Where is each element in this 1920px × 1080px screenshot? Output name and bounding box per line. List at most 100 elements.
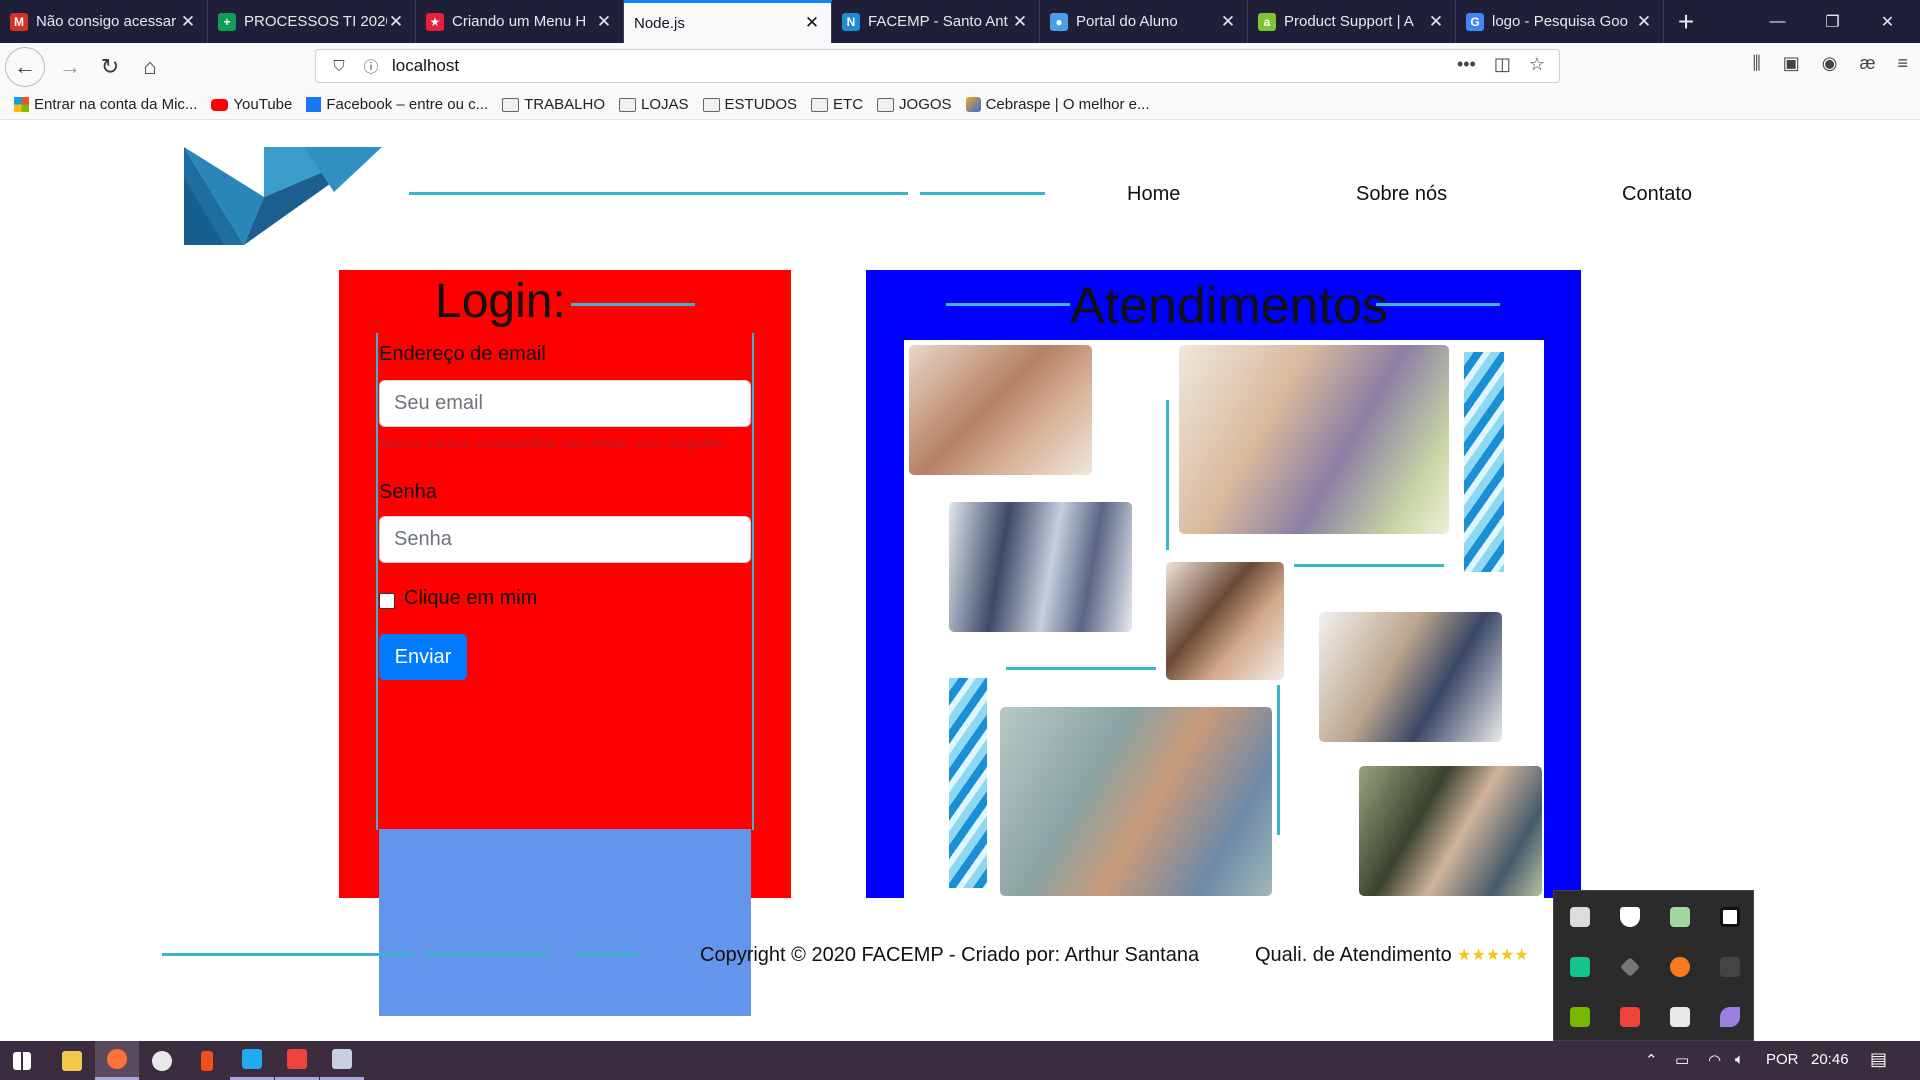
- photo-smiling-man: [1000, 707, 1272, 896]
- password-field[interactable]: Senha: [379, 516, 751, 563]
- pocket-icon[interactable]: ◫: [1494, 54, 1511, 75]
- microsoft-icon: [14, 97, 29, 112]
- close-tab-icon[interactable]: ✕: [1219, 12, 1237, 32]
- tray-drive-icon[interactable]: [1655, 892, 1705, 942]
- restore-button[interactable]: ❐: [1805, 0, 1860, 43]
- close-tab-icon[interactable]: ✕: [1011, 12, 1029, 32]
- tab-strip: M Não consigo acessar ✕ + PROCESSOS TI 2020 ✕…: [0, 0, 1920, 43]
- attendance-collage: [904, 340, 1544, 898]
- browser-tab[interactable]: N FACEMP - Santo Ant ✕: [832, 0, 1040, 43]
- bookmark-item[interactable]: LOJAS: [619, 96, 689, 113]
- extension-icon[interactable]: æ: [1859, 53, 1875, 74]
- file-explorer-icon[interactable]: [50, 1041, 94, 1080]
- bookmark-item[interactable]: TRABALHO: [502, 96, 605, 113]
- address-bar[interactable]: ⛉ ⓘ localhost ••• ◫ ☆: [315, 49, 1560, 83]
- bookmark-item[interactable]: Cebraspe | O melhor e...: [965, 96, 1150, 113]
- library-icon[interactable]: ⫼: [1752, 53, 1760, 74]
- checkbox-label[interactable]: Clique em mim: [404, 587, 537, 610]
- tray-slack-icon[interactable]: [1655, 992, 1705, 1042]
- vscode-icon[interactable]: [230, 1041, 274, 1080]
- shield-icon[interactable]: ⛉: [328, 58, 350, 75]
- new-tab-button[interactable]: +: [1664, 0, 1708, 43]
- notifications-icon[interactable]: ▤: [1870, 1049, 1887, 1070]
- gmail-icon: M: [10, 12, 28, 31]
- bookmark-item[interactable]: ESTUDOS: [702, 96, 797, 113]
- battery-icon[interactable]: ▭: [1675, 1051, 1689, 1069]
- close-tab-icon[interactable]: ✕: [387, 12, 405, 32]
- lower-blue-panel: [379, 829, 751, 1016]
- account-icon[interactable]: ◉: [1822, 53, 1838, 74]
- close-tab-icon[interactable]: ✕: [1635, 12, 1653, 32]
- reload-button[interactable]: ↻: [90, 47, 130, 87]
- close-window-button[interactable]: ✕: [1860, 0, 1915, 43]
- email-help-text: Nunca vamos compartilhar seu email, com …: [379, 435, 729, 452]
- tray-nvidia-icon[interactable]: [1555, 992, 1605, 1042]
- sidebar-icon[interactable]: ▣: [1783, 53, 1800, 74]
- menu-icon[interactable]: ≡: [1897, 53, 1908, 74]
- submit-button[interactable]: Enviar: [379, 634, 467, 680]
- youtube-icon: ★: [426, 12, 444, 31]
- browser-tab[interactable]: ● Portal do Aluno ✕: [1040, 0, 1248, 43]
- star-icon[interactable]: ☆: [1529, 54, 1545, 75]
- tray-green-icon[interactable]: [1555, 942, 1605, 992]
- clock[interactable]: 20:46: [1811, 1051, 1849, 1068]
- nav-contact-link[interactable]: Contato: [1622, 183, 1692, 206]
- email-label: Endereço de email: [379, 343, 546, 365]
- start-windows-icon[interactable]: [0, 1041, 44, 1080]
- close-tab-icon[interactable]: ✕: [803, 13, 821, 33]
- remember-checkbox[interactable]: [379, 593, 395, 609]
- youtube-icon: [211, 98, 229, 111]
- address-text[interactable]: localhost: [392, 56, 459, 76]
- photo-customer-service: [1359, 766, 1542, 896]
- bookmark-item[interactable]: Facebook – entre ou c...: [306, 96, 488, 113]
- rating-label: Quali. de Atendimento: [1255, 944, 1452, 966]
- tray-avast-icon[interactable]: [1655, 942, 1705, 992]
- page-actions-icon[interactable]: •••: [1457, 54, 1476, 75]
- home-button[interactable]: ⌂: [130, 47, 170, 87]
- footer-decor-line: [424, 953, 549, 956]
- tray-k-icon[interactable]: [1705, 892, 1755, 942]
- browser-tab[interactable]: M Não consigo acessar ✕: [0, 0, 208, 43]
- close-tab-icon[interactable]: ✕: [595, 12, 613, 32]
- info-icon[interactable]: ⓘ: [360, 56, 382, 77]
- language-indicator[interactable]: POR: [1766, 1051, 1799, 1068]
- tray-app-icon[interactable]: [1555, 892, 1605, 942]
- firefox-icon[interactable]: [95, 1041, 139, 1080]
- volume-icon[interactable]: 🔈︎: [1735, 1051, 1744, 1068]
- tab-title: Criando um Menu H: [452, 13, 587, 30]
- bookmark-item[interactable]: YouTube: [211, 96, 292, 113]
- anydesk-icon[interactable]: [275, 1041, 319, 1080]
- bookmark-item[interactable]: ETC: [811, 96, 863, 113]
- bookmark-item[interactable]: Entrar na conta da Mic...: [14, 96, 197, 113]
- back-button[interactable]: ←: [5, 46, 45, 87]
- bookmark-label: Cebraspe | O melhor e...: [985, 96, 1150, 113]
- tray-feather-icon[interactable]: [1705, 992, 1755, 1042]
- wifi-icon[interactable]: ◠: [1708, 1051, 1721, 1069]
- browser-tab[interactable]: ★ Criando um Menu H ✕: [416, 0, 624, 43]
- bookmark-item[interactable]: JOGOS: [877, 96, 952, 113]
- figma-icon[interactable]: [185, 1041, 229, 1080]
- minimize-button[interactable]: —: [1750, 0, 1805, 43]
- email-field[interactable]: Seu email: [379, 380, 751, 427]
- close-tab-icon[interactable]: ✕: [179, 12, 197, 32]
- site-logo[interactable]: [184, 147, 382, 245]
- bookmark-label: JOGOS: [899, 96, 952, 113]
- rating-stars: ★★★★★: [1457, 947, 1529, 964]
- tray-anydesk-icon[interactable]: [1605, 992, 1655, 1042]
- slack-icon[interactable]: [140, 1041, 184, 1080]
- tray-diamond-icon[interactable]: [1605, 942, 1655, 992]
- tray-security-icon[interactable]: [1605, 892, 1655, 942]
- bookmark-label: ETC: [833, 96, 864, 113]
- app-icon[interactable]: [320, 1041, 364, 1080]
- nav-about-link[interactable]: Sobre nós: [1356, 183, 1447, 206]
- close-tab-icon[interactable]: ✕: [1427, 12, 1445, 32]
- tray-game-icon[interactable]: [1705, 942, 1755, 992]
- tray-expand-icon[interactable]: ⌃: [1645, 1051, 1658, 1069]
- browser-tab[interactable]: + PROCESSOS TI 2020 ✕: [208, 0, 416, 43]
- forward-button[interactable]: →: [50, 47, 90, 87]
- nav-home-link[interactable]: Home: [1127, 183, 1180, 206]
- browser-tab[interactable]: Node.js ✕: [624, 0, 832, 43]
- browser-tab[interactable]: a Product Support | A ✕: [1248, 0, 1456, 43]
- tabs-container: M Não consigo acessar ✕ + PROCESSOS TI 2020 ✕…: [0, 0, 1664, 43]
- browser-tab[interactable]: Glogo - Pesquisa Goo ✕: [1456, 0, 1664, 43]
